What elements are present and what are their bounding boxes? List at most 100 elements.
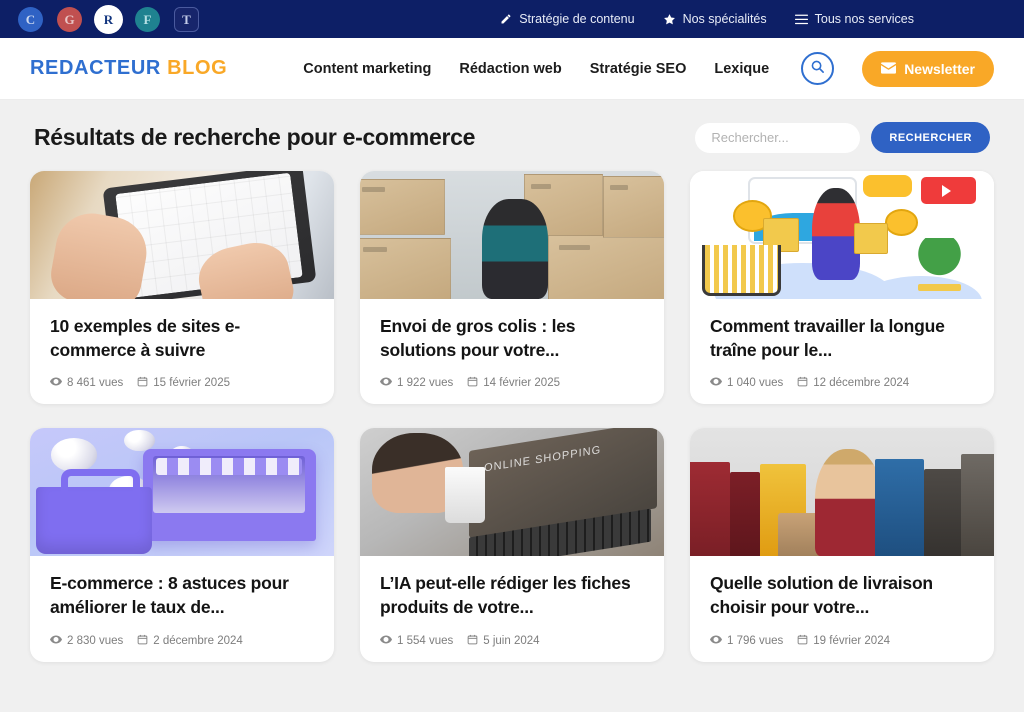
topbar-link-tous-nos-services[interactable]: Tous nos services [794,12,914,26]
brand-icon-c-letter: C [25,11,36,27]
article-thumbnail [360,428,664,557]
article-card[interactable]: Quelle solution de livraison choisir pou… [690,428,994,662]
thumb-shape [924,469,964,557]
article-thumbnail [30,171,334,299]
thumb-shape [811,187,861,280]
brand-icon-t[interactable]: T [174,6,199,32]
thumb-youtube-icon [921,177,976,205]
search-icon [810,59,825,79]
calendar-icon [137,376,148,390]
article-body: E-commerce : 8 astuces pour améliorer le… [30,556,334,661]
article-views-text: 8 461 vues [67,377,124,390]
article-body: Quelle solution de livraison choisir pou… [690,556,994,661]
brand-icon-f-letter: F [143,11,152,27]
article-date-text: 2 décembre 2024 [153,634,243,647]
nav-item-redaction-web[interactable]: Rédaction web [459,61,561,77]
hamburger-icon [794,14,808,25]
envelope-icon [881,61,897,77]
topbar-links: Stratégie de contenu Nos spécialités Tou… [500,12,1006,26]
newsletter-button[interactable]: Newsletter [862,50,994,87]
nav-item-content-marketing[interactable]: Content marketing [303,61,431,77]
article-meta: 1 922 vues 14 février 2025 [380,376,644,390]
article-body: 10 exemples de sites e-commerce à suivre… [30,299,334,404]
brand-icon-g[interactable]: G [57,6,82,32]
thumb-shape [729,471,760,557]
calendar-icon [797,376,808,390]
site-logo[interactable]: REDACTEUR BLOG [30,57,227,80]
article-views: 8 461 vues [50,377,123,389]
thumb-shape [193,236,299,299]
article-body: L’IA peut-elle rédiger les fiches produi… [360,556,664,661]
nav-item-lexique[interactable]: Lexique [714,61,769,77]
thumb-shape [142,448,316,541]
page-title: Résultats de recherche pour e-commerce [34,124,476,150]
header-search-button[interactable] [801,52,835,85]
article-meta: 1 796 vues 19 février 2024 [710,634,974,648]
thumb-shape [875,458,925,557]
nav-item-strategie-seo[interactable]: Stratégie SEO [590,61,687,77]
article-title[interactable]: Quelle solution de livraison choisir pou… [710,572,974,619]
calendar-icon [797,634,808,648]
article-views: 2 830 vues [50,635,123,647]
results-search-form: RECHERCHER [695,122,990,153]
search-input[interactable] [695,122,861,153]
thumb-shape [884,209,918,237]
brand-icon-c[interactable]: C [18,6,43,32]
article-title[interactable]: L’IA peut-elle rédiger les fiches produi… [380,572,644,619]
eye-icon [380,377,392,389]
thumb-shape [51,438,97,472]
article-thumbnail [30,428,334,557]
article-title[interactable]: E-commerce : 8 astuces pour améliorer le… [50,572,314,619]
thumb-shape [481,199,549,299]
article-date: 14 février 2025 [467,376,560,390]
thumb-shape [814,448,882,557]
article-card[interactable]: Envoi de gros colis : les solutions pour… [360,171,664,405]
article-views-text: 1 554 vues [397,634,454,647]
thumb-shape [690,461,730,557]
thumb-shape [905,237,973,292]
article-date: 2 décembre 2024 [137,634,243,648]
brand-icon-r[interactable]: R [96,6,121,32]
thumb-shape [854,223,888,255]
article-thumbnail [360,171,664,299]
logo-part-blog: BLOG [167,57,228,79]
eye-icon [50,377,62,389]
article-thumbnail [690,171,994,299]
search-submit-button[interactable]: RECHERCHER [871,122,990,153]
article-meta: 1 554 vues 5 juin 2024 [380,634,644,648]
thumb-shape [548,235,664,299]
topbar-link-strategie-de-contenu[interactable]: Stratégie de contenu [500,12,635,26]
article-card[interactable]: 10 exemples de sites e-commerce à suivre… [30,171,334,405]
page-content: Résultats de recherche pour e-commerce R… [0,100,1024,712]
topbar-link-label: Tous nos services [814,12,914,26]
article-card[interactable]: E-commerce : 8 astuces pour améliorer le… [30,428,334,662]
article-meta: 2 830 vues 2 décembre 2024 [50,634,314,648]
thumb-shape [360,237,452,299]
brand-icon-g-letter: G [64,11,75,27]
pencil-icon [500,13,512,25]
article-views-text: 1 922 vues [397,377,454,390]
logo-part-redacteur: REDACTEUR [30,57,161,79]
eye-icon [50,635,62,647]
article-views: 1 796 vues [710,635,783,647]
article-date-text: 15 février 2025 [153,377,230,390]
eye-icon [710,377,722,389]
article-title[interactable]: Envoi de gros colis : les solutions pour… [380,315,644,362]
article-card[interactable]: L’IA peut-elle rédiger les fiches produi… [360,428,664,662]
article-card[interactable]: Comment travailler la longue traîne pour… [690,171,994,405]
newsletter-button-label: Newsletter [904,60,975,77]
topbar-link-nos-specialites[interactable]: Nos spécialités [663,12,767,26]
article-title[interactable]: 10 exemples de sites e-commerce à suivre [50,315,314,362]
article-grid: 10 exemples de sites e-commerce à suivre… [30,171,994,662]
results-header: Résultats de recherche pour e-commerce R… [30,100,994,171]
thumb-shape [47,207,153,299]
article-views: 1 040 vues [710,377,783,389]
brand-icon-f[interactable]: F [135,6,160,32]
article-title[interactable]: Comment travailler la longue traîne pour… [710,315,974,362]
calendar-icon [137,634,148,648]
article-views-text: 1 796 vues [727,634,784,647]
article-date-text: 14 février 2025 [483,377,560,390]
brand-topbar: C G R F T Stratégie de contenu Nos spéci… [0,0,1024,38]
brand-icon-t-letter: T [182,11,191,27]
article-views-text: 2 830 vues [67,634,124,647]
